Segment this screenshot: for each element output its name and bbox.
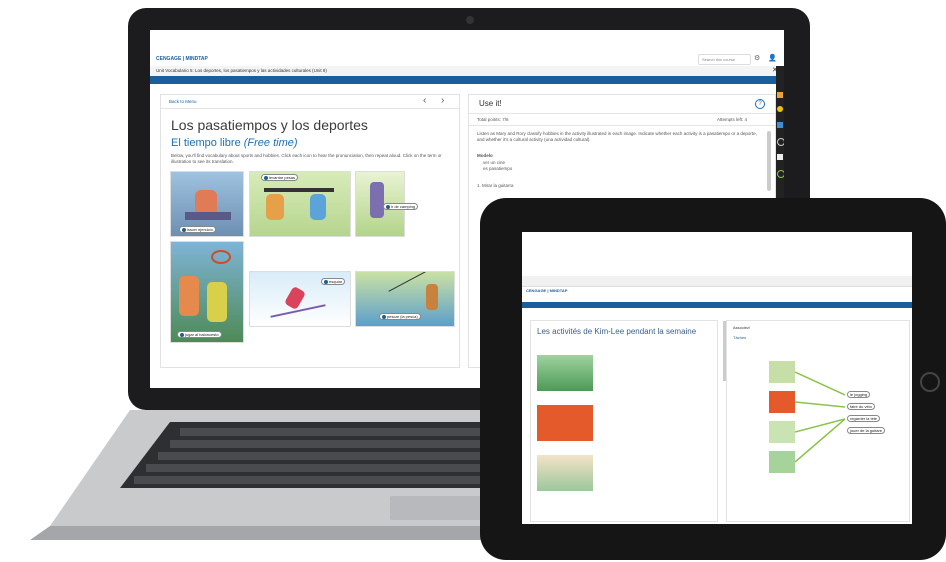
match-option[interactable]: faire du vélo: [847, 403, 875, 410]
dock-icon-3[interactable]: [777, 122, 783, 128]
vocab-label-text: hacer ejercicio: [187, 227, 213, 232]
dock-icon-2[interactable]: [777, 106, 783, 112]
match-option[interactable]: jouer de la guitare: [847, 427, 886, 434]
divider: [161, 108, 459, 109]
breadcrumb: Unit Vocabulario 5: Los deportes, los pa…: [150, 66, 784, 76]
model-label: Modelo: [477, 153, 493, 158]
help-icon[interactable]: ?: [755, 99, 765, 109]
match-image[interactable]: [769, 451, 795, 473]
model-line: es pasatiempo: [483, 166, 513, 171]
tablet-activity-bar: [522, 302, 912, 308]
chevron-right-icon[interactable]: ›: [441, 95, 444, 106]
section-title-translation: (Free time): [243, 137, 298, 149]
tablet-music-image[interactable]: [537, 455, 593, 491]
tablet-jogging-image[interactable]: [537, 355, 593, 391]
intro-text: Below, you'll find vocabulary about spor…: [171, 153, 442, 164]
divider: [469, 113, 775, 114]
vocab-label[interactable]: levantar pesas: [261, 174, 299, 181]
chevron-left-icon[interactable]: ‹: [423, 95, 426, 106]
match-option[interactable]: le jogging: [847, 391, 871, 398]
page-title: Los pasatiempos y los deportes: [171, 117, 368, 133]
tablet-brand-logo: CENGAGE | MINDTAP: [526, 288, 568, 293]
dock-icon-5[interactable]: [777, 154, 783, 160]
match-lines: [795, 371, 845, 463]
tablet-right-panel: Associez! Tâches le jogging faire du vél…: [726, 320, 910, 522]
vocab-label[interactable]: esquiar: [321, 278, 346, 285]
section-title-text: El tiempo libre: [171, 137, 241, 149]
dock-icon-1[interactable]: [777, 92, 783, 98]
question-text: 1. Mirar la guitarra: [477, 183, 514, 188]
tablet-right-title: Associez!: [733, 325, 751, 330]
vocab-label[interactable]: jugar al baloncesto: [177, 331, 222, 338]
match-image[interactable]: [769, 421, 795, 443]
laptop-camera: [466, 16, 474, 24]
tablet-screen: CENGAGE | MINDTAP Les activités de Kim-L…: [522, 232, 912, 524]
user-icon[interactable]: 👤: [768, 54, 777, 62]
gear-icon[interactable]: ⚙: [754, 54, 760, 62]
vocab-label-text: jugar al baloncesto: [185, 332, 219, 337]
vocab-label-text: levantar pesas: [269, 175, 296, 180]
back-link[interactable]: Back to Menu: [169, 99, 197, 105]
tablet-page-title: Les activités de Kim-Lee pendant la sema…: [537, 327, 697, 336]
basketball-illustration[interactable]: [170, 241, 244, 343]
vocab-label[interactable]: ir de camping: [383, 203, 419, 210]
search-input[interactable]: Search this course: [698, 54, 751, 65]
match-option[interactable]: regarder la télé: [847, 415, 880, 422]
vocab-label-text: ir de camping: [391, 204, 416, 209]
match-image[interactable]: [769, 361, 795, 383]
tablet-left-panel: Les activités de Kim-Lee pendant la sema…: [530, 320, 727, 522]
vocab-panel: Back to Menu ‹ › Los pasatiempos y los d…: [160, 94, 460, 368]
vocab-label[interactable]: hacer ejercicio: [179, 226, 216, 233]
tablet-tab[interactable]: Tâches: [733, 335, 746, 340]
vocab-label[interactable]: pescar (la pesca): [379, 313, 421, 320]
browser-bar: [522, 276, 912, 287]
instructions: Listen as Mary and Rory classify hobbies…: [477, 131, 757, 142]
app-topbar: CENGAGE | MINDTAP Search this course ⚙ 👤: [150, 52, 784, 67]
match-image[interactable]: [769, 391, 795, 413]
section-title: El tiempo libre (Free time): [171, 137, 298, 149]
breadcrumb-text[interactable]: Unit Vocabulario 5: Los deportes, los pa…: [156, 68, 327, 73]
total-points: Total points: 7/6: [477, 117, 509, 122]
brand-logo: CENGAGE | MINDTAP: [156, 56, 208, 62]
tablet-bike-image[interactable]: [537, 405, 593, 441]
scrollbar[interactable]: [767, 131, 771, 191]
vocab-label-text: pescar (la pesca): [387, 314, 418, 319]
activity-bar: [150, 76, 784, 84]
dock-icon-4[interactable]: [777, 138, 784, 146]
dock-icon-6[interactable]: [777, 170, 784, 178]
attempts-left: Attempts left: 4: [717, 117, 748, 122]
vocab-label-text: esquiar: [329, 279, 343, 284]
use-it-title: Use it!: [479, 99, 502, 108]
divider: [469, 125, 775, 126]
home-button-icon[interactable]: [920, 372, 940, 392]
